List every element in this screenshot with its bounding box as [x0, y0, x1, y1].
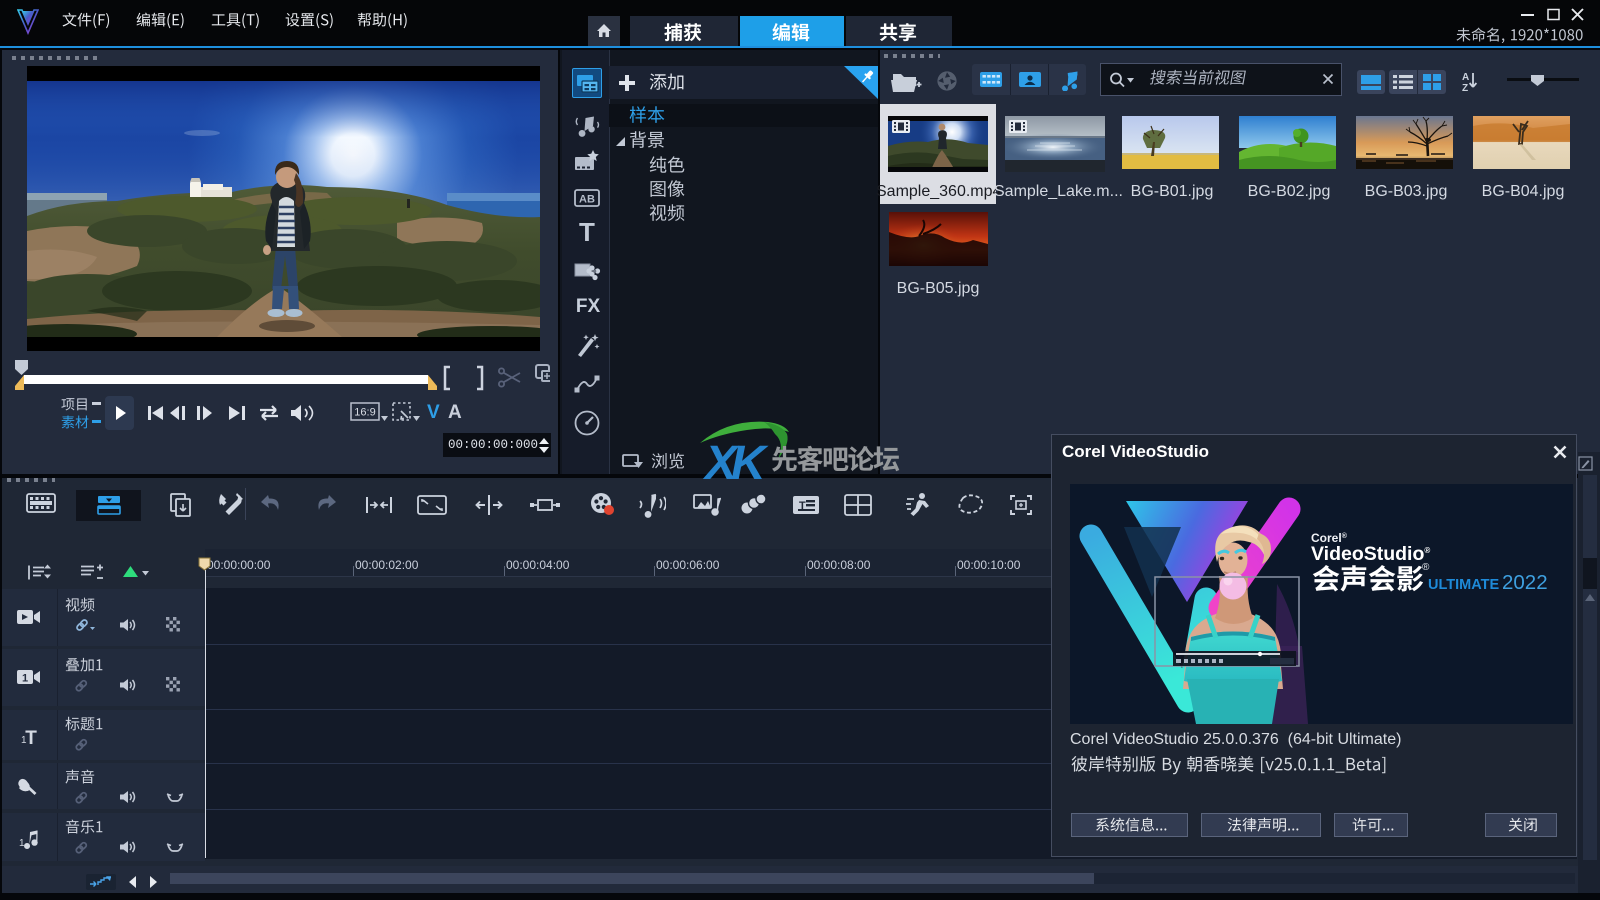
svg-text:16:9: 16:9	[354, 407, 375, 419]
svg-text:1: 1	[22, 673, 28, 685]
svg-text:2022: 2022	[1502, 571, 1548, 594]
svg-text:XK: XK	[702, 437, 769, 487]
svg-text:V: V	[427, 402, 440, 423]
svg-text:A: A	[1462, 72, 1469, 83]
svg-text:1: 1	[19, 838, 25, 849]
svg-text:Z: Z	[1462, 83, 1468, 94]
svg-text:VideoStudio®: VideoStudio®	[1311, 543, 1430, 565]
svg-text:A: A	[448, 402, 462, 423]
svg-text:T: T	[25, 728, 37, 747]
svg-text:®: ®	[1422, 562, 1430, 573]
svg-text:AB: AB	[579, 194, 595, 206]
svg-text:T: T	[579, 218, 595, 247]
svg-text:ULTIMATE: ULTIMATE	[1428, 577, 1499, 593]
